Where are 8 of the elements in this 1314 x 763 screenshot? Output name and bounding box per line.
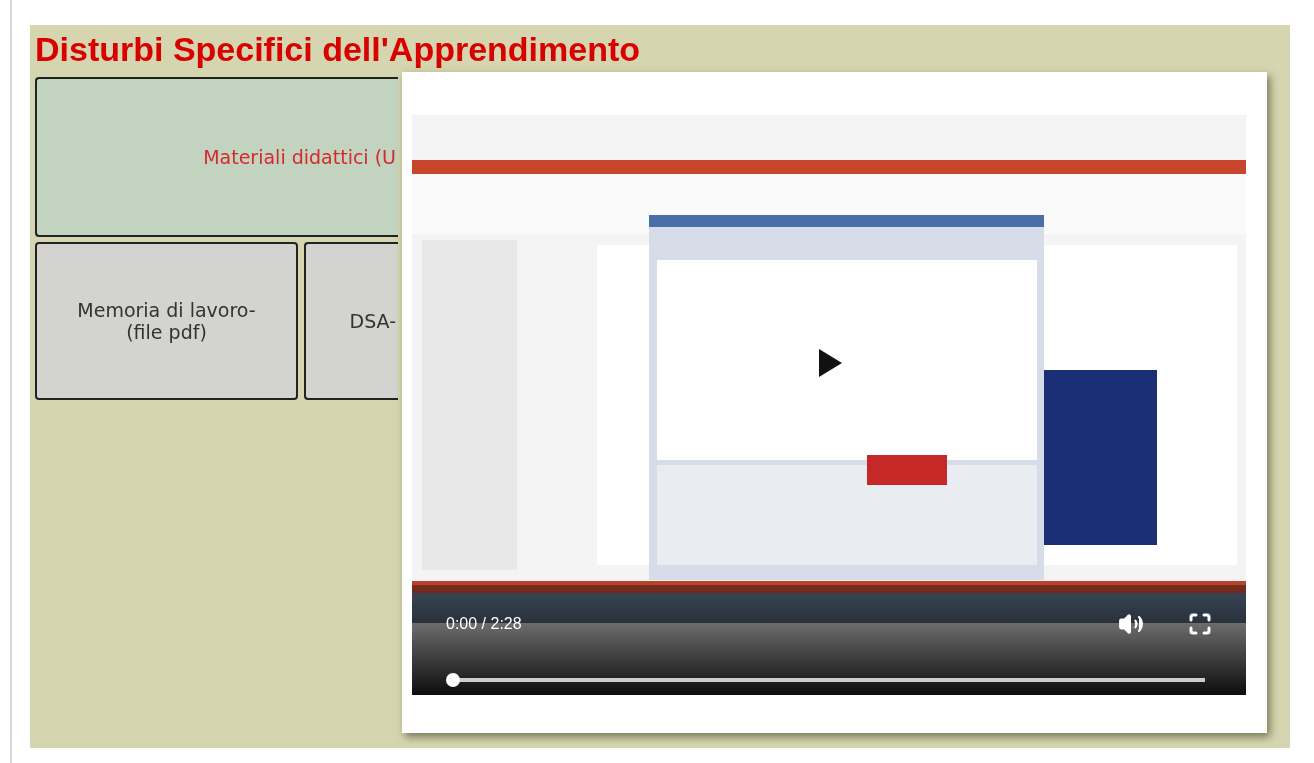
page-title: Disturbi Specifici dell'Apprendimento (35, 29, 641, 69)
play-icon (817, 348, 843, 378)
video-time: 0:00 / 2:28 (446, 615, 523, 633)
link-tile[interactable]: DSA- (304, 242, 398, 400)
volume-button[interactable] (1118, 611, 1144, 637)
link-tile[interactable]: Memoria di lavoro- (file pdf) (35, 242, 298, 400)
progress-thumb[interactable] (446, 673, 460, 687)
fullscreen-button[interactable] (1188, 612, 1212, 636)
